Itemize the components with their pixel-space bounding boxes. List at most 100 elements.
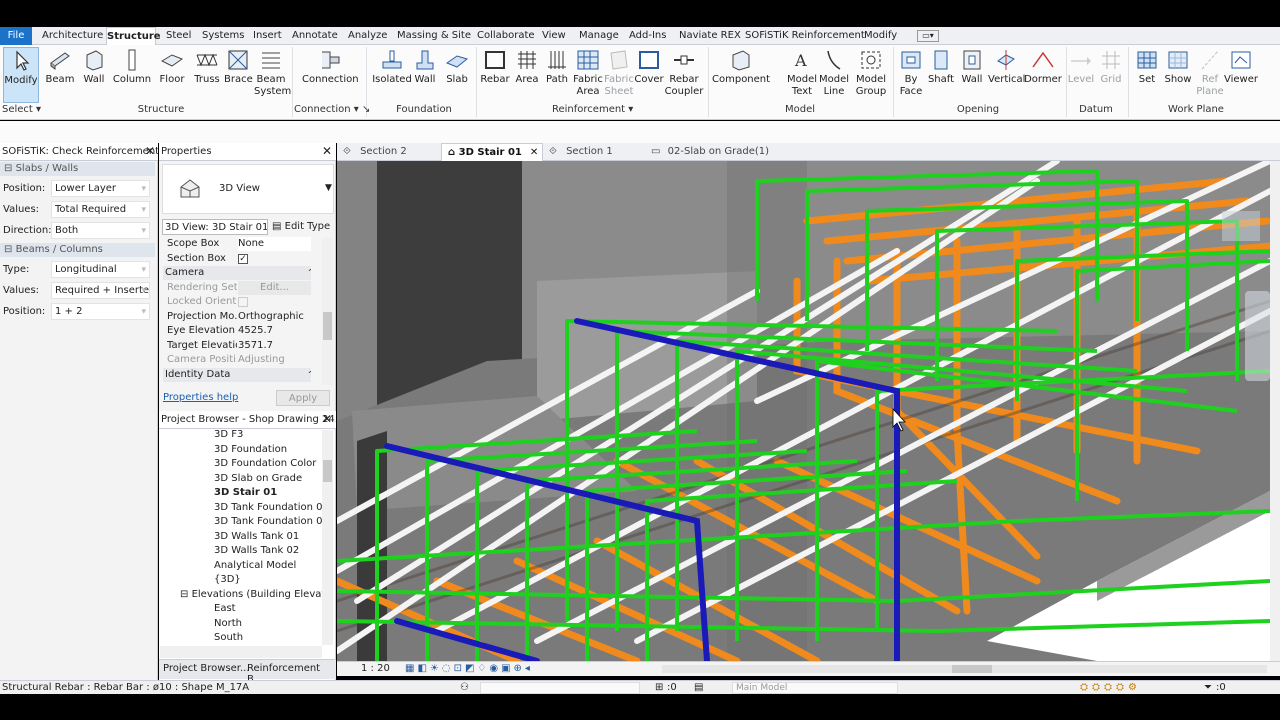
tab-architecture[interactable]: Architecture (42, 27, 103, 45)
tab-steel[interactable]: Steel (166, 27, 191, 45)
panel-connection[interactable]: Connection ▾ ↘ (294, 104, 370, 118)
type-selector[interactable]: 3D View ▼ (162, 164, 334, 214)
prop-group-identity-data[interactable]: Identity Data ⌃ (163, 368, 311, 382)
beam-system-tool[interactable]: Beam System (254, 47, 291, 103)
tab-collaborate[interactable]: Collaborate (477, 27, 535, 45)
grid-tool[interactable]: Grid (1096, 47, 1126, 103)
browser-item[interactable]: {3D} (214, 574, 241, 585)
tab-modify[interactable]: Modify (864, 27, 897, 45)
properties-scrollbar[interactable] (322, 238, 333, 385)
opening-wall-tool[interactable]: Wall (958, 47, 986, 103)
brace-tool[interactable]: Brace (224, 47, 253, 103)
beam-values-dropdown[interactable]: Required + Inserte (51, 282, 150, 299)
workset-icon[interactable]: ⚇ (460, 681, 469, 695)
slab-values-dropdown[interactable]: Total Required (51, 201, 150, 218)
tab-massing-site[interactable]: Massing & Site (397, 27, 471, 45)
isolated-tool[interactable]: Isolated (372, 47, 412, 103)
view-scale[interactable]: 1 : 20 (361, 662, 390, 676)
browser-item[interactable]: 3D F3 (214, 429, 243, 440)
locked-orientation-checkbox[interactable] (238, 297, 248, 307)
modify-tool[interactable]: Modify (3, 47, 39, 103)
view-tab-section-2[interactable]: ⟐ Section 2 (343, 143, 437, 161)
show-tool[interactable]: Show (1162, 47, 1194, 103)
wall-tool[interactable]: Wall (80, 47, 108, 103)
tab-project-browser[interactable]: Project Browser... (163, 663, 250, 674)
tab-file[interactable]: File (0, 27, 32, 45)
browser-item[interactable]: 3D Walls Tank 01 (214, 531, 299, 542)
tab-insert[interactable]: Insert (253, 27, 282, 45)
workset-dropdown[interactable] (480, 682, 640, 694)
filter-icon[interactable]: ⏷ (1204, 681, 1212, 695)
beam-tool[interactable]: Beam (44, 47, 76, 103)
tab-sofistik-reinforcement[interactable]: SOFiSTiK Reinforcement (745, 27, 865, 45)
rebar-tool[interactable]: Rebar (480, 47, 510, 103)
prop-group-camera[interactable]: Camera ⌃ (163, 266, 311, 280)
browser-item[interactable]: South (214, 632, 243, 643)
tab-naviate-rex[interactable]: Naviate REX (679, 27, 741, 45)
viewer-tool[interactable]: Viewer (1224, 47, 1258, 103)
panel-reinforcement[interactable]: Reinforcement ▾ (552, 104, 633, 118)
shaft-tool[interactable]: Shaft (926, 47, 956, 103)
viewport-hscrollbar[interactable] (662, 665, 1267, 673)
tab-annotate[interactable]: Annotate (292, 27, 338, 45)
browser-scrollbar[interactable] (322, 430, 333, 645)
cover-tool[interactable]: Cover (634, 47, 664, 103)
browser-item[interactable]: East (214, 603, 236, 614)
tab-add-ins[interactable]: Add-Ins (629, 27, 666, 45)
browser-item[interactable]: 3D Tank Foundation 02 (214, 516, 329, 527)
set-tool[interactable]: Set (1132, 47, 1162, 103)
tab-structure[interactable]: Structure (106, 27, 161, 45)
view-control-icons[interactable]: ▦◧☀◌⊡◩♢◉▣⊕◂ (405, 662, 533, 676)
model-text-tool[interactable]: A Model Text (784, 47, 820, 103)
ref-plane-tool[interactable]: Ref Plane (1194, 47, 1226, 103)
selection-filter-icons[interactable]: ⛭⛭⛭⛭⚙ (1080, 681, 1141, 695)
beams-columns-group[interactable]: ⊟ Beams / Columns (0, 243, 155, 257)
tab-view[interactable]: View (542, 27, 566, 45)
editing-requests-icon[interactable]: ⊞ (655, 681, 663, 695)
truss-tool[interactable]: Truss (192, 47, 222, 103)
column-tool[interactable]: Column (112, 47, 152, 103)
browser-item-active[interactable]: 3D Stair 01 (214, 487, 277, 498)
view-tab-section-1[interactable]: ⟐ Section 1 (549, 143, 649, 161)
fabric-sheet-tool[interactable]: Fabric Sheet (603, 47, 635, 103)
slab-tool[interactable]: Slab (442, 47, 472, 103)
browser-close-icon[interactable]: ✕ (322, 412, 332, 426)
beam-position-dropdown[interactable]: 1 + 2 (51, 303, 150, 320)
fabric-area-tool[interactable]: Fabric Area (572, 47, 604, 103)
tab-analyze[interactable]: Analyze (348, 27, 387, 45)
browser-elevations-node[interactable]: ⊟ Elevations (Building Elevation (180, 589, 323, 600)
properties-help-link[interactable]: Properties help (163, 392, 238, 403)
design-options-icon[interactable]: ▤ (694, 681, 703, 695)
foundation-wall-tool[interactable]: Wall (410, 47, 440, 103)
close-icon[interactable]: ✕ (530, 147, 538, 158)
floor-tool[interactable]: Floor (156, 47, 188, 103)
view-tab-3d-stair-01[interactable]: ⌂ 3D Stair 01 ✕ (441, 143, 543, 161)
slab-position-dropdown[interactable]: Lower Layer (51, 180, 150, 197)
viewport-vscrollbar[interactable] (1270, 161, 1280, 661)
dormer-tool[interactable]: Dormer (1024, 47, 1062, 103)
browser-item[interactable]: 3D Foundation (214, 444, 287, 455)
rendering-edit-button[interactable]: Edit... (238, 281, 311, 295)
instance-filter-dropdown[interactable]: 3D View: 3D Stair 01 ▾ (162, 219, 268, 235)
component-tool[interactable]: Component (712, 47, 770, 103)
path-tool[interactable]: Path (542, 47, 572, 103)
area-tool[interactable]: Area (512, 47, 542, 103)
browser-item[interactable]: North (214, 618, 242, 629)
main-model-dropdown[interactable]: Main Model (732, 682, 898, 694)
panel-select[interactable]: Select ▾ (2, 104, 41, 118)
browser-hscrollbar[interactable] (160, 646, 322, 658)
edit-type-button[interactable]: ▤ Edit Type (272, 219, 334, 235)
slab-direction-dropdown[interactable]: Both (51, 222, 150, 239)
rebar-coupler-tool[interactable]: Rebar Coupler (664, 47, 704, 103)
ribbon-options-button[interactable]: ▭▾ (917, 30, 939, 42)
sofistik-close-icon[interactable]: ✕ (145, 144, 155, 158)
browser-item[interactable]: 3D Tank Foundation 01 (214, 502, 329, 513)
tab-manage[interactable]: Manage (579, 27, 619, 45)
slabs-walls-group[interactable]: ⊟ Slabs / Walls (0, 162, 155, 176)
section-box-checkbox[interactable]: ✓ (238, 254, 248, 264)
3d-viewport[interactable] (337, 161, 1270, 661)
browser-item[interactable]: 3D Walls Tank 02 (214, 545, 299, 556)
view-tab-slab-on-grade[interactable]: ▭ 02-Slab on Grade(1) (651, 143, 791, 161)
by-face-tool[interactable]: By Face (896, 47, 926, 103)
model-group-tool[interactable]: Model Group (853, 47, 889, 103)
